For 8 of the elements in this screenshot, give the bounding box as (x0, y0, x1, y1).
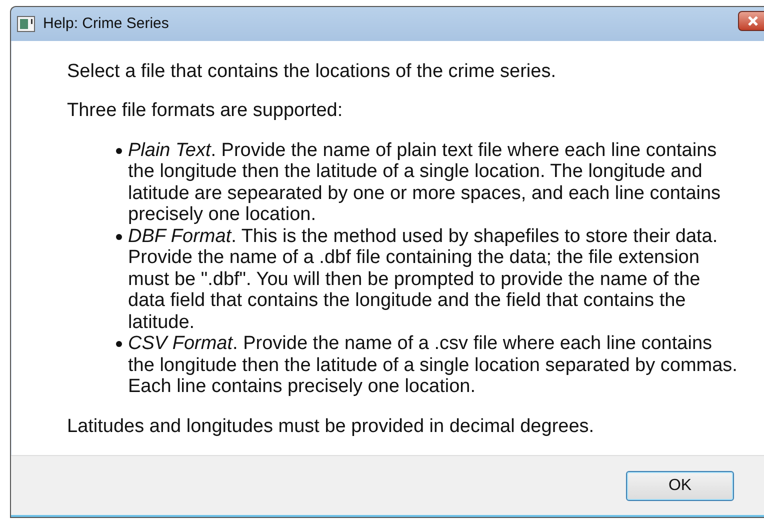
format-description: Plain Text. Provide the name of plain text file where each line contains the longitude then the latitude of a single location. The longitude and latitude are sepearated by one or more spaces, and each line contains precisely one location. (128, 140, 722, 226)
format-description: DBF Format. This is the method used by shapefiles to store their data. Provide the name of a .dbf file containing the data; the file extension must be ".dbf". You will then be prompted to provide the name of the data field that contains the longitude and the field that contains the latitude. (128, 226, 719, 334)
intro-text: Select a file that contains the locations of the crime series. (67, 60, 557, 82)
ok-button[interactable]: OK (626, 470, 734, 501)
formats-heading: Three file formats are supported: (67, 100, 344, 122)
format-description: CSV Format. Provide the name of a .csv file where each line contains the longitude then the latitude of a single location separated by commas. Each line contains precisely one location. (128, 333, 738, 398)
note-text: Latitudes and longitudes must be provided in decimal degrees. (67, 416, 596, 438)
window-title: Help: Crime Series (43, 15, 170, 32)
